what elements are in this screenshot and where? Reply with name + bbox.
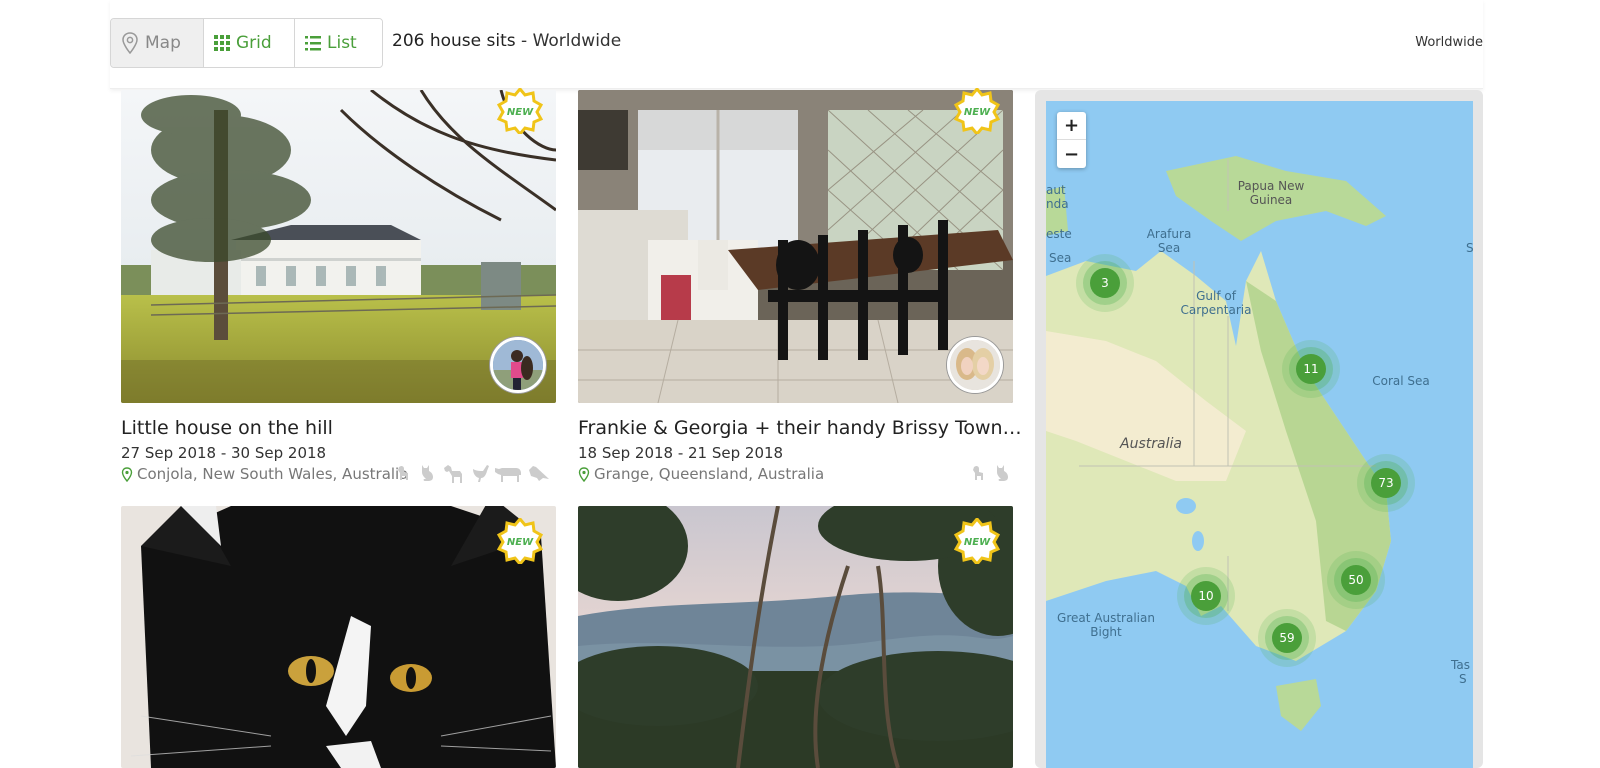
pet-icons (968, 462, 1014, 484)
map-pin-icon (122, 32, 138, 54)
map-cluster-marker[interactable]: 11 (1280, 338, 1342, 400)
livestock-icon (495, 468, 521, 482)
grid-view-button[interactable]: Grid (204, 19, 295, 67)
map-label-tasman-a: Tas (1451, 658, 1470, 672)
map-cluster-marker[interactable]: 73 (1355, 452, 1417, 514)
map-label-coral: Coral Sea (1372, 374, 1430, 388)
view-toggle: Map Grid List (110, 18, 383, 68)
listing-card[interactable]: NEW (578, 506, 1013, 768)
map-label-arafura: Arafura Sea (1146, 227, 1192, 255)
cat-icon (997, 465, 1008, 481)
list-view-label: List (327, 33, 357, 53)
grid-view-label: Grid (236, 33, 272, 53)
listing-title[interactable]: Frankie & Georgia + their handy Brissy T… (578, 417, 1022, 439)
listing-photo[interactable] (121, 506, 556, 768)
map-label-papua: Papua New Guinea (1237, 179, 1305, 207)
map-view-button[interactable]: Map (111, 19, 204, 67)
zoom-in-button[interactable]: + (1057, 112, 1086, 140)
pet-icons (393, 462, 551, 484)
map-label-edge-s: S (1466, 241, 1473, 255)
map-cluster-marker[interactable]: 10 (1175, 565, 1237, 627)
horse-icon (444, 465, 462, 483)
listing-dates: 18 Sep 2018 - 21 Sep 2018 (578, 444, 784, 462)
listing-card[interactable]: NEW Frankie & Georgia + their handy Bris… (578, 88, 1022, 490)
location-pin-icon (121, 466, 133, 482)
results-scope: Worldwide (532, 31, 622, 51)
dog-icon (398, 466, 408, 480)
dog-icon (973, 466, 983, 480)
new-badge-icon: NEW (497, 518, 543, 564)
svg-text:NEW: NEW (507, 107, 534, 118)
map-label-tasman-b: S (1459, 672, 1467, 686)
host-avatar[interactable] (947, 337, 1003, 393)
map-view-label: Map (145, 33, 181, 53)
list-view-button[interactable]: List (295, 19, 382, 67)
map-zoom-control: + − (1057, 112, 1086, 168)
map-label-australia: Australia (1120, 436, 1182, 452)
map-panel: Papua New Guinea Arafura Sea Gulf of Car… (1035, 90, 1483, 768)
listing-location: Grange, Queensland, Australia (578, 465, 824, 483)
grid-icon (214, 35, 230, 51)
zoom-out-button[interactable]: − (1057, 140, 1086, 168)
map-label-edge-b: nda (1046, 197, 1069, 211)
poultry-icon (473, 465, 489, 482)
map-label-edge-c: este (1046, 227, 1072, 241)
listing-location-text: Grange, Queensland, Australia (594, 465, 825, 483)
results-summary: 206 house sits - Worldwide (392, 31, 621, 51)
map-canvas[interactable]: Papua New Guinea Arafura Sea Gulf of Car… (1046, 101, 1473, 768)
results-separator: - (521, 31, 528, 51)
new-badge-icon: NEW (954, 88, 1000, 134)
svg-text:NEW: NEW (964, 537, 991, 548)
listing-card[interactable]: NEW Little house on the hill 27 Sep 2018… (121, 88, 556, 490)
location-pin-icon (578, 466, 590, 482)
listing-location: Conjola, New South Wales, Australia (121, 465, 408, 483)
listing-photo[interactable] (578, 506, 1013, 768)
map-label-edge-a: aut (1046, 183, 1066, 197)
svg-text:NEW: NEW (964, 107, 991, 118)
svg-text:NEW: NEW (507, 537, 534, 548)
host-avatar[interactable] (490, 337, 546, 393)
listing-dates: 27 Sep 2018 - 30 Sep 2018 (121, 444, 327, 462)
map-label-carpentaria: Gulf of Carpentaria (1180, 289, 1252, 317)
map-label-timor-sea: Sea (1049, 251, 1072, 265)
new-badge-icon: NEW (954, 518, 1000, 564)
cat-icon (422, 465, 433, 481)
bird-icon (529, 466, 549, 481)
map-cluster-marker[interactable]: 50 (1325, 549, 1387, 611)
results-count: 206 house sits (392, 31, 516, 51)
map-label-bight: Great Australian Bight (1057, 611, 1155, 639)
new-badge-icon: NEW (497, 88, 543, 134)
results-toolbar: Map Grid List 206 house sits - Worldwide… (110, 0, 1483, 89)
listing-card[interactable]: NEW (121, 506, 556, 768)
listing-location-text: Conjola, New South Wales, Australia (137, 465, 409, 483)
map-cluster-marker[interactable]: 3 (1074, 252, 1136, 314)
list-icon (305, 36, 321, 51)
region-selector[interactable]: Worldwide (1415, 35, 1483, 50)
map-cluster-marker[interactable]: 59 (1256, 607, 1318, 669)
listing-title[interactable]: Little house on the hill (121, 417, 333, 439)
